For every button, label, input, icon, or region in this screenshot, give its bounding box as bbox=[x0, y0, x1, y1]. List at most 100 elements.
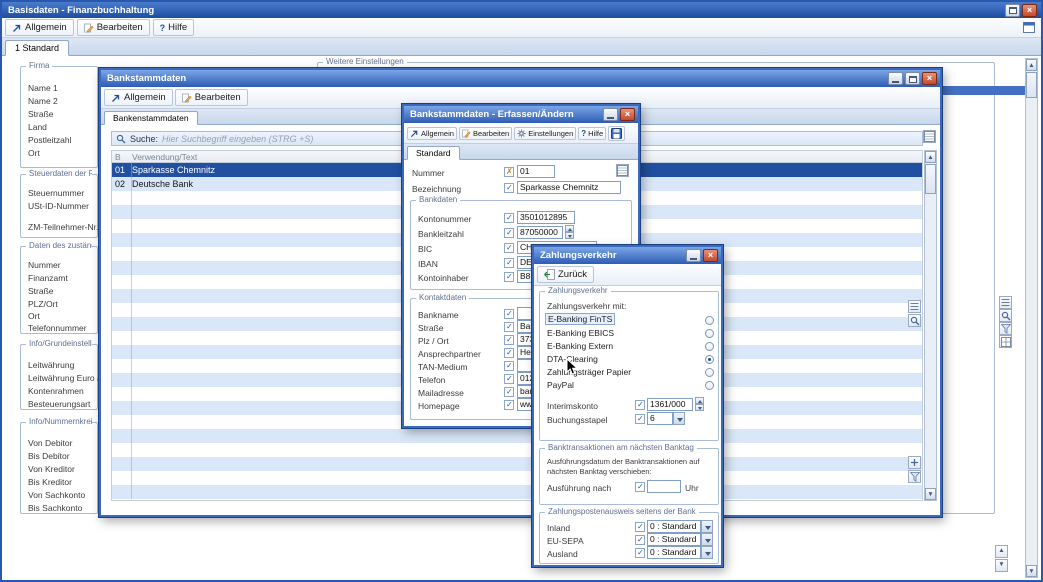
form-view-icon[interactable] bbox=[616, 164, 629, 177]
field-check-icon[interactable] bbox=[504, 400, 514, 410]
form-view-icon[interactable] bbox=[923, 130, 936, 143]
field-check-icon[interactable] bbox=[635, 400, 645, 410]
window-icon[interactable] bbox=[1023, 22, 1035, 33]
radio-e-banking-fints[interactable] bbox=[705, 316, 714, 325]
interimskonto-input[interactable]: 1361/000 bbox=[647, 398, 693, 411]
field-check-icon[interactable] bbox=[635, 482, 645, 492]
bankleitzahl-stepper[interactable] bbox=[565, 225, 574, 239]
option-e-banking-fints[interactable]: E-Banking FinTS bbox=[545, 313, 615, 325]
column-header-b[interactable]: B bbox=[112, 152, 132, 162]
field-check-icon[interactable] bbox=[504, 243, 514, 253]
buchungsstapel-input[interactable]: 6 bbox=[647, 412, 673, 425]
zurueck-button[interactable]: Zurück bbox=[537, 266, 594, 283]
nummer-input[interactable]: 01 bbox=[517, 165, 555, 178]
close-button[interactable]: × bbox=[922, 72, 937, 85]
field-check-icon[interactable] bbox=[504, 361, 514, 371]
field-check-icon[interactable] bbox=[635, 535, 645, 545]
field-check-icon[interactable] bbox=[635, 522, 645, 532]
radio-paypal[interactable] bbox=[705, 381, 714, 390]
nav-down-icon[interactable]: ▼ bbox=[995, 559, 1008, 572]
zahlungsverkehr-titlebar[interactable]: Zahlungsverkehr × bbox=[534, 247, 721, 264]
field-check-icon[interactable] bbox=[504, 309, 514, 319]
buchungsstapel-dropdown-icon[interactable] bbox=[673, 412, 685, 425]
field-check-icon[interactable] bbox=[504, 387, 514, 397]
field-check-icon[interactable] bbox=[504, 258, 514, 268]
tab-bankenstammdaten[interactable]: Bankenstammdaten bbox=[104, 111, 198, 125]
tab-standard[interactable]: 1 Standard bbox=[5, 40, 69, 56]
list-icon[interactable] bbox=[999, 296, 1012, 309]
main-scrollbar[interactable]: ▲ ▼ bbox=[1025, 58, 1038, 578]
inland-select[interactable]: 0 : Standard bbox=[647, 520, 701, 533]
table-row[interactable] bbox=[112, 457, 922, 471]
ausland-dropdown-icon[interactable] bbox=[701, 546, 713, 559]
close-button[interactable]: × bbox=[620, 108, 635, 121]
maximize-button[interactable] bbox=[1005, 4, 1020, 17]
search-tool-icon[interactable] bbox=[908, 314, 921, 327]
minimize-button[interactable] bbox=[603, 108, 618, 121]
field-check-icon[interactable] bbox=[635, 414, 645, 424]
eu-sepa-dropdown-icon[interactable] bbox=[701, 533, 713, 546]
bearbeiten-button[interactable]: Bearbeiten bbox=[175, 89, 248, 106]
bankstammdaten-titlebar[interactable]: Bankstammdaten × bbox=[101, 70, 940, 87]
search-icon[interactable] bbox=[999, 309, 1012, 322]
field-check-icon[interactable] bbox=[635, 548, 645, 558]
bankleitzahl-input[interactable]: 87050000 bbox=[517, 226, 563, 239]
save-button[interactable] bbox=[608, 126, 625, 141]
radio-e-banking-extern[interactable] bbox=[705, 342, 714, 351]
field-check-icon[interactable] bbox=[504, 322, 514, 332]
main-titlebar[interactable]: Basisdaten - Finanzbuchhaltung × bbox=[2, 2, 1041, 18]
field-check-icon[interactable] bbox=[504, 228, 514, 238]
hilfe-button[interactable]: ? Hilfe bbox=[578, 127, 606, 140]
scroll-up-icon[interactable]: ▲ bbox=[925, 151, 936, 163]
table-row[interactable] bbox=[112, 485, 922, 499]
field-state-icon[interactable] bbox=[504, 167, 514, 177]
ausland-select[interactable]: 0 : Standard bbox=[647, 546, 701, 559]
scroll-down-icon[interactable]: ▼ bbox=[1026, 565, 1037, 577]
inland-dropdown-icon[interactable] bbox=[701, 520, 713, 533]
option-e-banking-ebics[interactable]: E-Banking EBICS bbox=[547, 328, 614, 338]
filter-icon[interactable] bbox=[908, 470, 921, 483]
minimize-button[interactable] bbox=[888, 72, 903, 85]
allgemein-button[interactable]: Allgemein bbox=[407, 127, 457, 140]
filter-icon[interactable] bbox=[999, 322, 1012, 335]
erfassen-titlebar[interactable]: Bankstammdaten - Erfassen/Ändern × bbox=[404, 106, 638, 123]
table-row[interactable] bbox=[112, 443, 922, 457]
table-scrollbar[interactable]: ▲ ▼ bbox=[924, 150, 937, 501]
radio-dta-clearing[interactable] bbox=[705, 355, 714, 364]
tab-standard[interactable]: Standard bbox=[407, 146, 460, 160]
option-paypal[interactable]: PayPal bbox=[547, 380, 574, 390]
table-row[interactable] bbox=[112, 471, 922, 485]
field-check-icon[interactable] bbox=[504, 335, 514, 345]
field-check-icon[interactable] bbox=[504, 183, 514, 193]
scroll-up-icon[interactable]: ▲ bbox=[1026, 59, 1037, 71]
kontonummer-input[interactable]: 3501012895 bbox=[517, 211, 575, 224]
option-e-banking-extern[interactable]: E-Banking Extern bbox=[547, 341, 613, 351]
bearbeiten-button[interactable]: Bearbeiten bbox=[77, 19, 150, 36]
radio-e-banking-ebics[interactable] bbox=[705, 329, 714, 338]
option-zahlungstraeger-papier[interactable]: Zahlungsträger Papier bbox=[547, 367, 631, 377]
list-icon[interactable] bbox=[908, 300, 921, 313]
maximize-button[interactable] bbox=[905, 72, 920, 85]
scroll-down-icon[interactable]: ▼ bbox=[925, 488, 936, 500]
scrollbar-thumb[interactable] bbox=[1026, 72, 1037, 98]
allgemein-button[interactable]: Allgemein bbox=[104, 89, 173, 106]
scrollbar-thumb[interactable] bbox=[925, 164, 936, 194]
field-check-icon[interactable] bbox=[504, 348, 514, 358]
hilfe-button[interactable]: ? Hilfe bbox=[153, 19, 195, 36]
einstellungen-button[interactable]: Einstellungen bbox=[514, 127, 576, 140]
nav-up-icon[interactable]: ▲ bbox=[995, 545, 1008, 558]
close-button[interactable]: × bbox=[1022, 4, 1037, 17]
bezeichnung-input[interactable]: Sparkasse Chemnitz bbox=[517, 181, 621, 194]
radio-zahlungstraeger-papier[interactable] bbox=[705, 368, 714, 377]
field-check-icon[interactable] bbox=[504, 374, 514, 384]
field-check-icon[interactable] bbox=[504, 272, 514, 282]
eu-sepa-select[interactable]: 0 : Standard bbox=[647, 533, 701, 546]
ausfuehrung-input[interactable] bbox=[647, 480, 681, 493]
minimize-button[interactable] bbox=[686, 249, 701, 262]
field-check-icon[interactable] bbox=[504, 213, 514, 223]
allgemein-button[interactable]: Allgemein bbox=[5, 19, 74, 36]
table-row[interactable] bbox=[112, 429, 922, 443]
column-header-text[interactable]: Verwendung/Text bbox=[132, 152, 197, 162]
grid-icon[interactable] bbox=[999, 335, 1012, 348]
interimskonto-stepper[interactable] bbox=[695, 397, 704, 411]
